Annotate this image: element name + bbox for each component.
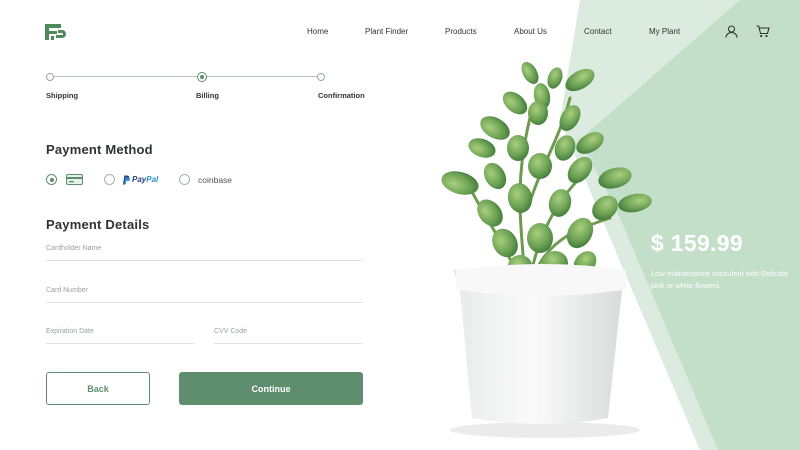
paypal-radio[interactable] (104, 174, 115, 185)
nav-products[interactable]: Products (445, 27, 477, 36)
coinbase-label: coinbase (198, 175, 233, 185)
nav-home[interactable]: Home (307, 27, 328, 36)
cvv-field[interactable]: CVV Code (214, 324, 363, 344)
product-description: Low maintenance succulent with Delicate … (651, 269, 789, 290)
continue-button[interactable]: Continue (179, 372, 363, 405)
payment-details-title: Payment Details (46, 217, 150, 232)
step-billing-label: Billing (196, 91, 219, 100)
card-radio[interactable] (46, 174, 57, 185)
plant-image (441, 62, 652, 438)
nav-about-us[interactable]: About Us (514, 27, 547, 36)
nav-plant-finder[interactable]: Plant Finder (365, 27, 408, 36)
back-button[interactable]: Back (46, 372, 150, 405)
cvv-placeholder: CVV Code (214, 328, 248, 335)
nav-contact[interactable]: Contact (584, 27, 612, 36)
card-number-placeholder: Card Number (46, 287, 89, 294)
step-shipping-label: Shipping (46, 91, 79, 100)
cardholder-name-placeholder: Cardholder Name (46, 245, 102, 252)
nav-my-plant[interactable]: My Plant (649, 27, 680, 36)
step-confirmation-dot[interactable] (317, 73, 325, 81)
main-nav: Home Plant Finder Products About Us Cont… (0, 27, 800, 39)
stepper-track (50, 76, 322, 77)
payment-method-title: Payment Method (46, 142, 153, 157)
paypal-label-pal: Pal (146, 175, 159, 184)
credit-card-icon (66, 174, 83, 185)
expiration-date-field[interactable]: Expiration Date (46, 324, 195, 344)
step-confirmation-label: Confirmation (318, 91, 365, 100)
step-shipping-dot[interactable] (46, 73, 54, 81)
product-price: $ 159.99 (651, 230, 743, 256)
paypal-label-pay: Pay (132, 175, 147, 184)
expiration-date-placeholder: Expiration Date (46, 328, 94, 335)
card-number-field[interactable]: Card Number (46, 283, 363, 303)
paypal-p-icon (123, 175, 130, 185)
cardholder-name-field[interactable]: Cardholder Name (46, 241, 363, 261)
step-billing-dot[interactable] (197, 72, 207, 82)
coinbase-radio[interactable] (179, 174, 190, 185)
user-icon[interactable] (725, 25, 738, 38)
paypal-logo: PayPal (123, 175, 159, 185)
cart-icon[interactable] (756, 25, 770, 38)
